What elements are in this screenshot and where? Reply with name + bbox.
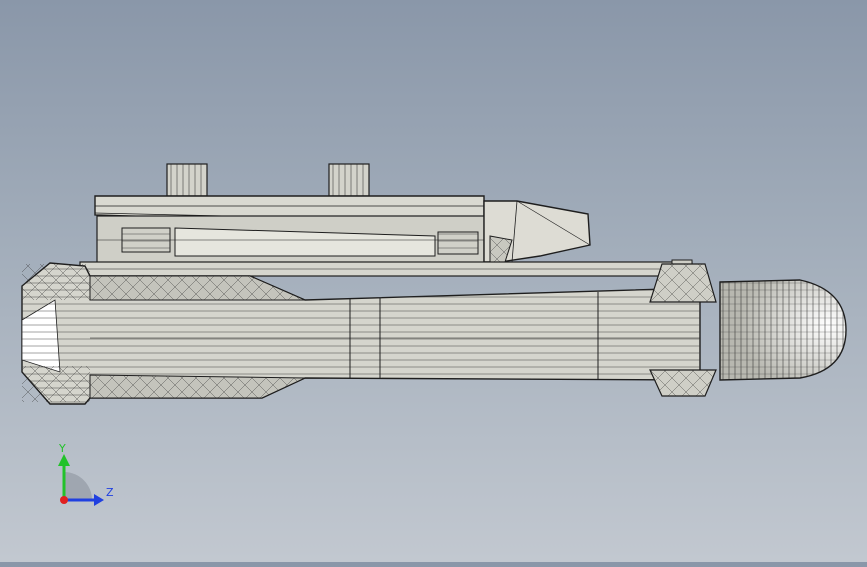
top-knob-right bbox=[328, 163, 370, 197]
x-axis-dot bbox=[60, 496, 68, 504]
top-knob-left bbox=[166, 163, 208, 197]
coordinate-triad: Y Z bbox=[44, 438, 124, 518]
y-axis-arrowhead bbox=[58, 454, 70, 466]
model-wireframe bbox=[21, 163, 847, 405]
cad-graphics-viewport[interactable]: Y Z bbox=[0, 0, 867, 562]
z-axis-arrowhead bbox=[94, 494, 104, 506]
nose-cone bbox=[719, 279, 847, 381]
y-axis-label: Y bbox=[58, 442, 66, 455]
mounting-rail bbox=[94, 195, 485, 265]
main-body-tube bbox=[21, 262, 701, 405]
front-wedge bbox=[483, 200, 591, 263]
z-axis-label: Z bbox=[106, 486, 114, 499]
triad-plane bbox=[64, 472, 92, 500]
